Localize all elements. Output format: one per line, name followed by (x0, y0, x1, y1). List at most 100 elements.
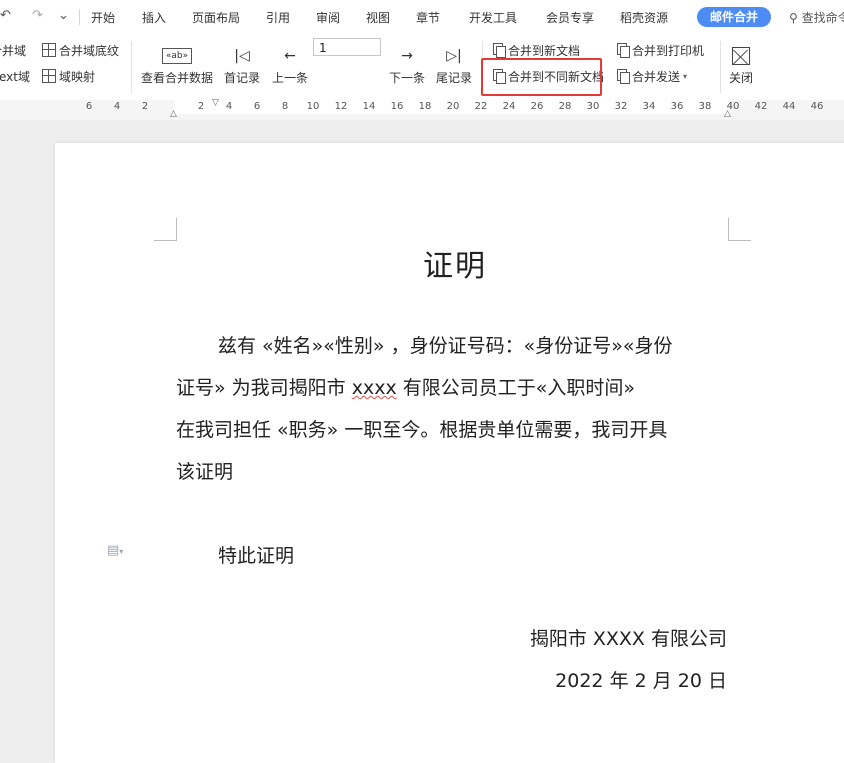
merge-field-label: 合并域 (0, 43, 27, 58)
ruler-label: 20 (446, 101, 460, 112)
first-record-icon: |◁ (234, 48, 250, 64)
merge-field-button[interactable]: 合并域 (0, 41, 26, 59)
view-merged-data-button[interactable]: «ab» 查看合并数据 (140, 43, 214, 86)
close-mail-merge-button[interactable]: 关闭 (725, 43, 757, 86)
view-merged-data-icon: «ab» (161, 48, 193, 64)
menu-tab-member[interactable]: 会员专享 (546, 9, 594, 26)
printer-icon (617, 43, 630, 58)
document-page[interactable]: 证明 兹有 «姓名»«性别» ，身份证号码：«身份证号»«身份 证号» 为我司揭… (55, 143, 844, 763)
merge-new-doc-label: 合并到新文档 (508, 43, 581, 58)
ruler-label: 32 (614, 101, 628, 112)
paragraph-layout-icon[interactable]: ▤▾ (107, 543, 123, 558)
document-title[interactable]: 证明 (55, 241, 844, 285)
menu-tab-home[interactable]: 开始 (91, 9, 115, 26)
menu-tab-references[interactable]: 引用 (266, 9, 290, 26)
ruler-label: 34 (642, 101, 656, 112)
menu-divider (79, 9, 80, 25)
body-line-4[interactable]: 该证明 (176, 457, 233, 484)
prev-record-label: 上一条 (271, 71, 308, 85)
menu-tab-section[interactable]: 章节 (416, 9, 440, 26)
merge-diff-docs-label: 合并到不同新文档 (508, 69, 605, 84)
record-number-input[interactable]: 1 (313, 38, 381, 56)
signature-date[interactable]: 2022 年 2 月 20 日 (555, 666, 727, 693)
close-icon (732, 47, 750, 65)
last-record-icon: ▷| (446, 48, 462, 64)
ribbon-divider (482, 41, 483, 93)
ribbon: 合并域 合并域底纹 Next域 域映射 «ab» 查看合并数据 |◁ 首记录 ←… (0, 33, 844, 101)
menu-tab-docer[interactable]: 稻壳资源 (620, 9, 668, 26)
company-signature[interactable]: 揭阳市 XXXX 有限公司 (530, 624, 727, 651)
merge-to-new-document-button[interactable]: 合并到新文档 (493, 41, 580, 59)
ruler-label: 6 (85, 101, 93, 112)
ruler-label: 44 (782, 101, 796, 112)
merge-send-icon (617, 69, 630, 84)
ruler-label: 28 (558, 101, 572, 112)
view-merged-data-label: 查看合并数据 (140, 71, 213, 85)
last-record-button[interactable]: ▷| 尾记录 (434, 43, 474, 86)
menu-tab-mail-merge[interactable]: 邮件合并 (697, 7, 771, 27)
field-shading-icon (42, 43, 56, 57)
ruler-label: 14 (362, 101, 376, 112)
ruler-label: 46 (810, 101, 824, 112)
ruler-label: 2 (141, 101, 149, 112)
body-line-2[interactable]: 证号» 为我司揭阳市 xxxx 有限公司员工于«入职时间» (176, 373, 635, 400)
search-label: 查找命令 (801, 11, 844, 25)
ribbon-divider (720, 41, 721, 93)
menu-bar: ↶ ↷ ⌄ 开始 插入 页面布局 引用 审阅 视图 章节 开发工具 会员专享 稻… (0, 0, 844, 33)
ruler-label: 42 (754, 101, 768, 112)
merge-to-different-documents-button[interactable]: 合并到不同新文档 (493, 67, 604, 85)
merge-diff-docs-icon (493, 69, 506, 84)
next-record-label: 下一条 (388, 71, 425, 85)
menu-tab-view[interactable]: 视图 (366, 9, 390, 26)
first-line-indent-marker-icon[interactable]: ▽ (212, 98, 219, 108)
closing-line[interactable]: 特此证明 (218, 541, 294, 568)
next-field-label: Next域 (0, 69, 30, 84)
ruler-label: 22 (474, 101, 488, 112)
next-record-button[interactable]: → 下一条 (387, 43, 427, 86)
quick-access-more-icon[interactable]: ⌄ (58, 8, 69, 23)
ruler-label: 2 (197, 101, 205, 112)
search-icon: ⚲ (789, 11, 798, 25)
dropdown-caret-icon: ▾ (683, 71, 688, 81)
ruler-label: 12 (334, 101, 348, 112)
ruler-label: 24 (502, 101, 516, 112)
prev-record-button[interactable]: ← 上一条 (270, 43, 310, 86)
ruler-label: 38 (698, 101, 712, 112)
field-mapping-button[interactable]: 域映射 (42, 67, 95, 85)
merge-field-shading-button[interactable]: 合并域底纹 (42, 41, 119, 59)
menu-tab-developer[interactable]: 开发工具 (469, 9, 517, 26)
ruler-label: 18 (418, 101, 432, 112)
merge-field-shading-label: 合并域底纹 (59, 43, 120, 58)
margin-corner-top-left (154, 218, 177, 241)
search-command[interactable]: ⚲ 查找命令 (789, 9, 844, 26)
menu-tab-insert[interactable]: 插入 (142, 9, 166, 26)
field-mapping-icon (42, 69, 56, 83)
ruler-label: 16 (390, 101, 404, 112)
redo-icon[interactable]: ↷ (32, 8, 43, 23)
ruler-label: 4 (113, 101, 121, 112)
merge-to-printer-button[interactable]: 合并到打印机 (617, 41, 704, 59)
menu-tab-review[interactable]: 审阅 (316, 9, 340, 26)
first-record-button[interactable]: |◁ 首记录 (222, 43, 262, 86)
arrow-left-icon: ← (284, 48, 296, 64)
body-line-3[interactable]: 在我司担任 «职务» 一职至今。根据贵单位需要，我司开具 (176, 415, 667, 442)
body-line-2-end: 有限公司员工于«入职时间» (396, 377, 635, 399)
spellcheck-word: xxxx (351, 377, 397, 399)
left-indent-marker-icon[interactable]: △ (170, 109, 177, 119)
merge-send-button[interactable]: 合并发送 ▾ (617, 67, 687, 85)
next-field-button[interactable]: Next域 (0, 67, 30, 85)
merge-new-doc-icon (493, 43, 506, 58)
body-line-1[interactable]: 兹有 «姓名»«性别» ，身份证号码：«身份证号»«身份 (218, 331, 672, 358)
field-mapping-label: 域映射 (59, 69, 96, 84)
ribbon-divider (131, 41, 132, 93)
undo-icon[interactable]: ↶ (0, 8, 11, 23)
ruler-label: 8 (281, 101, 289, 112)
ruler-label: 26 (530, 101, 544, 112)
menu-tab-layout[interactable]: 页面布局 (192, 9, 240, 26)
right-indent-marker-icon[interactable]: △ (724, 109, 731, 119)
horizontal-ruler[interactable]: 6 4 2 2 4 6 8 10 12 14 16 18 20 22 24 26… (0, 98, 844, 120)
close-label: 关闭 (728, 71, 753, 85)
body-line-2-start: 证号» 为我司揭阳市 (176, 377, 352, 399)
merge-send-label: 合并发送 (632, 69, 681, 84)
arrow-right-icon: → (401, 48, 413, 64)
